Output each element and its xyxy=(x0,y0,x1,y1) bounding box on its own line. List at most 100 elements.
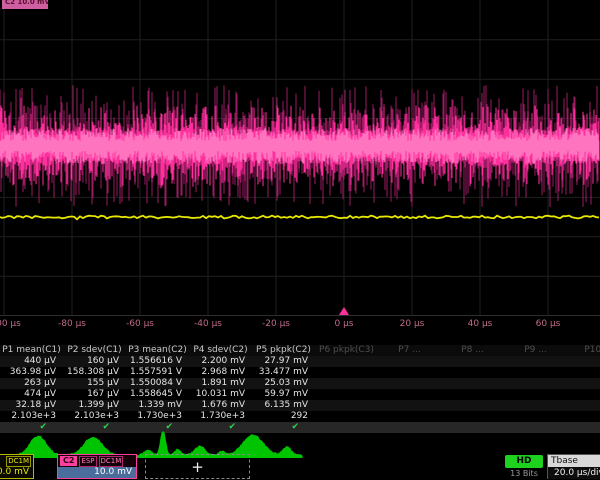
param-value: 32.18 µV xyxy=(0,400,63,411)
param-value: 1.891 mV xyxy=(189,378,252,389)
time-axis-label: -80 µs xyxy=(58,319,86,329)
param-header[interactable]: P2 sdev(C1) xyxy=(63,345,126,356)
param-value xyxy=(378,378,441,389)
param-value xyxy=(441,356,504,367)
param-value: 158.308 µV xyxy=(63,367,126,378)
param-value: 1.556616 V xyxy=(126,356,189,367)
param-status-check xyxy=(504,422,567,433)
param-value: 474 µV xyxy=(0,389,63,400)
hd-mode-badge[interactable]: HD xyxy=(505,455,543,468)
param-value: 2.968 mV xyxy=(189,367,252,378)
param-value: 167 µV xyxy=(63,389,126,400)
time-axis-label: -60 µs xyxy=(126,319,154,329)
param-status-check xyxy=(441,422,504,433)
param-header[interactable]: P5 pkpk(C2) xyxy=(252,345,315,356)
param-value: 6.135 mV xyxy=(252,400,315,411)
c2-mode-badge: ESP xyxy=(79,456,96,467)
c1-trace xyxy=(0,216,599,220)
param-header[interactable]: P7 ... xyxy=(378,345,441,356)
oscilloscope-screen: C2 10.0 mV -100 µs-80 µs-60 µs-40 µs-20 … xyxy=(0,0,600,480)
param-header[interactable]: P9 ... xyxy=(504,345,567,356)
param-value xyxy=(567,400,600,411)
param-value xyxy=(315,356,378,367)
param-value: 10.031 mV xyxy=(189,389,252,400)
timebase-descriptor[interactable]: Tbase 20.0 µs/div xyxy=(547,454,600,479)
param-value xyxy=(567,356,600,367)
param-value: 2.103e+3 xyxy=(63,411,126,422)
c1-vertical-scale: 10.0 mV xyxy=(0,467,33,478)
param-value: 1.558645 V xyxy=(126,389,189,400)
channel2-descriptor[interactable]: C2 ESP DC1M 10.0 mV xyxy=(57,454,137,479)
param-value: 33.477 mV xyxy=(252,367,315,378)
param-value xyxy=(567,411,600,422)
trigger-position-marker[interactable] xyxy=(339,307,349,315)
param-header[interactable]: P10 ... xyxy=(567,345,600,356)
param-value xyxy=(315,389,378,400)
c1-coupling-badge: DC1M xyxy=(6,456,31,467)
param-value: 1.550084 V xyxy=(126,378,189,389)
param-header[interactable]: P3 mean(C2) xyxy=(126,345,189,356)
param-status-check xyxy=(567,422,600,433)
param-value xyxy=(378,389,441,400)
param-header[interactable]: P4 sdev(C2) xyxy=(189,345,252,356)
param-value: 263 µV xyxy=(0,378,63,389)
param-value xyxy=(504,411,567,422)
param-value: 1.730e+3 xyxy=(126,411,189,422)
param-value: 292 xyxy=(252,411,315,422)
param-value xyxy=(441,400,504,411)
param-value xyxy=(315,400,378,411)
c2-coupling-badge: DC1M xyxy=(99,456,124,467)
c2-tag: C2 xyxy=(60,456,77,466)
param-value: 27.97 mV xyxy=(252,356,315,367)
param-value xyxy=(567,378,600,389)
param-value: 1.399 µV xyxy=(63,400,126,411)
param-value: 2.103e+3 xyxy=(0,411,63,422)
param-value: 1.676 mV xyxy=(189,400,252,411)
time-axis-label: 0 µs xyxy=(334,319,353,329)
channel1-descriptor[interactable]: C1 DC1M 10.0 mV xyxy=(0,454,34,479)
param-value: 2.200 mV xyxy=(189,356,252,367)
param-value: 1.557591 V xyxy=(126,367,189,378)
param-value: 25.03 mV xyxy=(252,378,315,389)
timebase-scale: 20.0 µs/div xyxy=(548,467,600,479)
hd-resolution-label: 13 Bits xyxy=(505,469,543,479)
param-status-check xyxy=(378,422,441,433)
param-value xyxy=(504,378,567,389)
param-value xyxy=(504,356,567,367)
param-value xyxy=(315,411,378,422)
param-value xyxy=(441,378,504,389)
c2-trace-label: C2 10.0 mV xyxy=(2,0,48,9)
param-value: 1.730e+3 xyxy=(189,411,252,422)
param-value xyxy=(378,411,441,422)
time-axis-label: -40 µs xyxy=(194,319,222,329)
param-value xyxy=(315,378,378,389)
param-header[interactable]: P8 ... xyxy=(441,345,504,356)
param-status-check xyxy=(315,422,378,433)
time-axis-label: 20 µs xyxy=(400,319,425,329)
param-value xyxy=(504,389,567,400)
param-value: 440 µV xyxy=(0,356,63,367)
time-axis: -100 µs-80 µs-60 µs-40 µs-20 µs0 µs20 µs… xyxy=(0,317,600,332)
time-axis-label: 60 µs xyxy=(536,319,561,329)
param-value: 1.339 mV xyxy=(126,400,189,411)
param-value: 363.98 µV xyxy=(0,367,63,378)
c2-vertical-scale: 10.0 mV xyxy=(58,467,136,478)
param-value xyxy=(504,367,567,378)
param-value xyxy=(441,367,504,378)
param-value: 155 µV xyxy=(63,378,126,389)
time-axis-label: -100 µs xyxy=(0,319,21,329)
param-value xyxy=(378,400,441,411)
param-value xyxy=(378,356,441,367)
param-value xyxy=(567,367,600,378)
param-value: 160 µV xyxy=(63,356,126,367)
param-value xyxy=(441,411,504,422)
add-new-trace-button[interactable]: + xyxy=(145,454,250,479)
waveform-display[interactable] xyxy=(0,0,600,317)
param-header[interactable]: P6 pkpk(C3) xyxy=(315,345,378,356)
plus-icon: + xyxy=(191,458,204,476)
param-value xyxy=(315,367,378,378)
timebase-title: Tbase xyxy=(548,455,600,467)
param-header[interactable]: P1 mean(C1) xyxy=(0,345,63,356)
time-axis-label: 40 µs xyxy=(468,319,493,329)
param-value xyxy=(441,389,504,400)
